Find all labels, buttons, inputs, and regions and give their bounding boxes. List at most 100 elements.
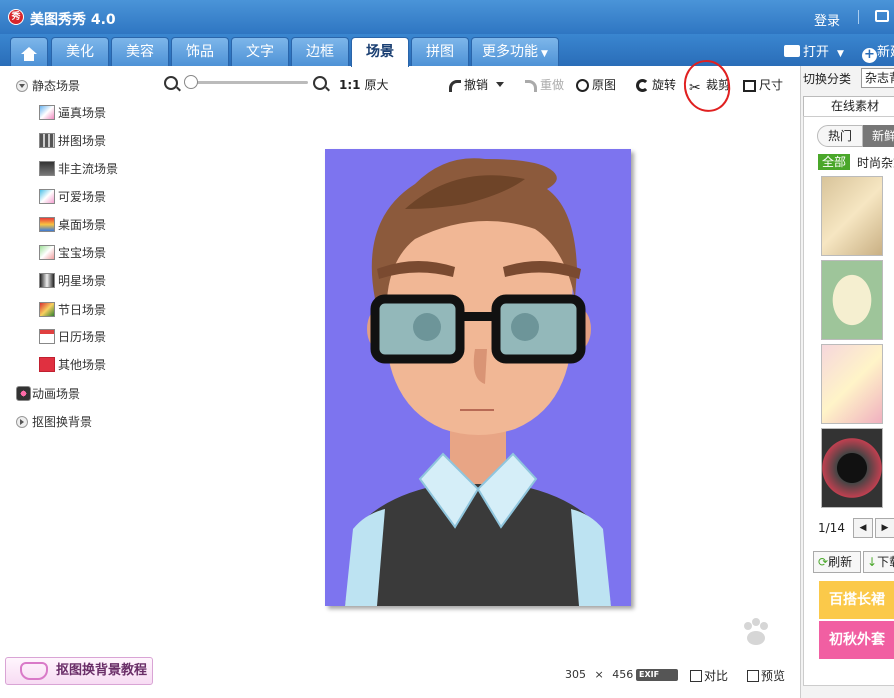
mouth (460, 409, 494, 411)
chevron-down-icon[interactable] (496, 82, 505, 87)
redo-button: 重做 (525, 76, 564, 93)
tab-more-features[interactable]: 更多功能 ▼ (471, 37, 559, 66)
category-all[interactable]: 全部 (818, 154, 850, 170)
material-panel: 切换分类 杂志背景 在线素材 热门 新鲜 全部 时尚杂志 1/14 ◀ ▶ ⟳刷… (800, 66, 894, 698)
switch-category-label: 切换分类 (803, 72, 852, 86)
refresh-button[interactable]: ⟳刷新 (813, 551, 861, 573)
tab-beauty[interactable]: 美容 (111, 37, 169, 66)
tree-label: 桌面场景 (58, 218, 107, 232)
cutout-tutorial-button[interactable]: 抠图换背景教程 (5, 657, 153, 685)
tree-item-realistic[interactable]: 逼真场景 (39, 104, 106, 121)
zoom-out-icon[interactable] (164, 76, 178, 90)
tab-accessories[interactable]: 饰品 (171, 37, 229, 66)
main-tab-bar: 美化 美容 饰品 文字 边框 场景 拼图 更多功能▼ 打开▼ +新建 (0, 34, 894, 67)
collage-scene-icon (39, 133, 55, 148)
realistic-scene-icon (39, 105, 55, 120)
material-thumb[interactable] (821, 428, 883, 508)
redo-label: 重做 (540, 78, 565, 92)
tree-item-baby[interactable]: 宝宝场景 (39, 244, 106, 261)
tree-cutout-background[interactable]: 抠图换背景 (16, 413, 92, 430)
tab-beautify[interactable]: 美化 (51, 37, 109, 66)
baidu-watermark-logo (744, 618, 768, 645)
tree-label: 明星场景 (58, 274, 107, 288)
zoom-slider[interactable] (186, 81, 308, 84)
tree-item-other[interactable]: 其他场景 (39, 356, 106, 373)
chevron-down-icon: ▼ (837, 49, 844, 59)
material-thumb[interactable] (821, 260, 883, 340)
tree-item-collage[interactable]: 拼图场景 (39, 132, 106, 149)
rotate-label: 旋转 (652, 78, 677, 92)
new-button[interactable]: +新建 (862, 41, 894, 63)
filter-hot[interactable]: 热门 (817, 125, 863, 147)
prev-page-button[interactable]: ◀ (853, 518, 873, 538)
compare-icon (690, 670, 702, 682)
tree-label: 节日场景 (58, 303, 107, 317)
open-button[interactable]: 打开 ▼ (784, 41, 844, 60)
festival-scene-icon (39, 302, 55, 317)
tree-label: 静态场景 (32, 79, 81, 93)
login-link[interactable]: 登录 (814, 10, 840, 29)
compare-label: 对比 (704, 669, 729, 683)
image-width: 305 (565, 668, 586, 681)
filter-new[interactable]: 新鲜 (863, 125, 894, 147)
tree-animated-scene[interactable]: 动画场景 (16, 385, 80, 402)
tree-item-nonmainstream[interactable]: 非主流场景 (39, 160, 118, 177)
resize-icon (743, 80, 756, 92)
compare-button[interactable]: 对比 (690, 667, 728, 684)
category-fashion[interactable]: 时尚杂志 (857, 154, 894, 171)
image-height: 456 (612, 668, 634, 681)
tree-label: 日历场景 (58, 330, 107, 344)
original-size-button[interactable]: 1:1 原大 (339, 76, 389, 93)
rotate-button[interactable]: 旋转 (636, 76, 676, 93)
tab-scene[interactable]: 场景 (351, 37, 409, 67)
tab-home[interactable] (10, 37, 48, 66)
tree-label: 可爱场景 (58, 190, 107, 204)
tree-static-scene[interactable]: 静态场景 (16, 77, 80, 94)
tree-label: 逼真场景 (58, 106, 107, 120)
app-title: 美图秀秀 4.0 (30, 12, 116, 28)
tree-item-celebrity[interactable]: 明星场景 (39, 272, 106, 289)
resize-button[interactable]: 尺寸 (743, 76, 783, 93)
download-button[interactable]: ↓下载 (863, 551, 894, 573)
preview-button[interactable]: 预览 (747, 667, 785, 684)
tutorial-label: 抠图换背景教程 (56, 663, 148, 678)
page-indicator: 1/14 (818, 521, 845, 535)
tree-item-festival[interactable]: 节日场景 (39, 301, 106, 318)
collapse-icon (16, 80, 28, 92)
tab-text[interactable]: 文字 (231, 37, 289, 66)
hand-icon (20, 662, 48, 680)
refresh-icon: ⟳ (818, 555, 829, 569)
tab-frame[interactable]: 边框 (291, 37, 349, 66)
ad-banner-coat[interactable]: 初秋外套 (819, 621, 894, 659)
zoom-in-icon[interactable] (313, 76, 327, 90)
exif-button[interactable]: EXIF (636, 669, 678, 681)
category-select[interactable]: 杂志背景 (861, 68, 894, 88)
zoom-slider-handle[interactable] (184, 75, 198, 89)
undo-icon (449, 80, 461, 92)
tab-online-material[interactable]: 在线素材 (803, 96, 894, 116)
tree-item-calendar[interactable]: 日历场景 (39, 328, 106, 345)
baby-scene-icon (39, 245, 55, 260)
undo-label: 撤销 (464, 78, 489, 92)
reset-original-button[interactable]: 原图 (576, 76, 616, 93)
plus-icon: + (862, 48, 877, 63)
next-page-button[interactable]: ▶ (875, 518, 894, 538)
material-thumb[interactable] (821, 176, 883, 256)
original-size-label: 原大 (364, 78, 389, 92)
image-canvas[interactable] (325, 149, 631, 606)
tab-collage[interactable]: 拼图 (411, 37, 469, 66)
tree-item-desktop[interactable]: 桌面场景 (39, 216, 106, 233)
left-eye (413, 313, 441, 341)
right-eye (511, 313, 539, 341)
dimension-separator: × (594, 668, 604, 681)
redo-icon (525, 80, 537, 92)
ad-banner-skirt[interactable]: 百搭长裙 (819, 581, 894, 619)
material-thumb[interactable] (821, 344, 883, 424)
undo-button[interactable]: 撤销 (449, 76, 505, 93)
tree-label: 宝宝场景 (58, 246, 107, 260)
ratio-label: 1:1 (339, 78, 361, 92)
message-icon[interactable] (875, 10, 889, 22)
tree-label: 其他场景 (58, 358, 107, 372)
tree-item-cute[interactable]: 可爱场景 (39, 188, 106, 205)
calendar-scene-icon (39, 329, 55, 344)
